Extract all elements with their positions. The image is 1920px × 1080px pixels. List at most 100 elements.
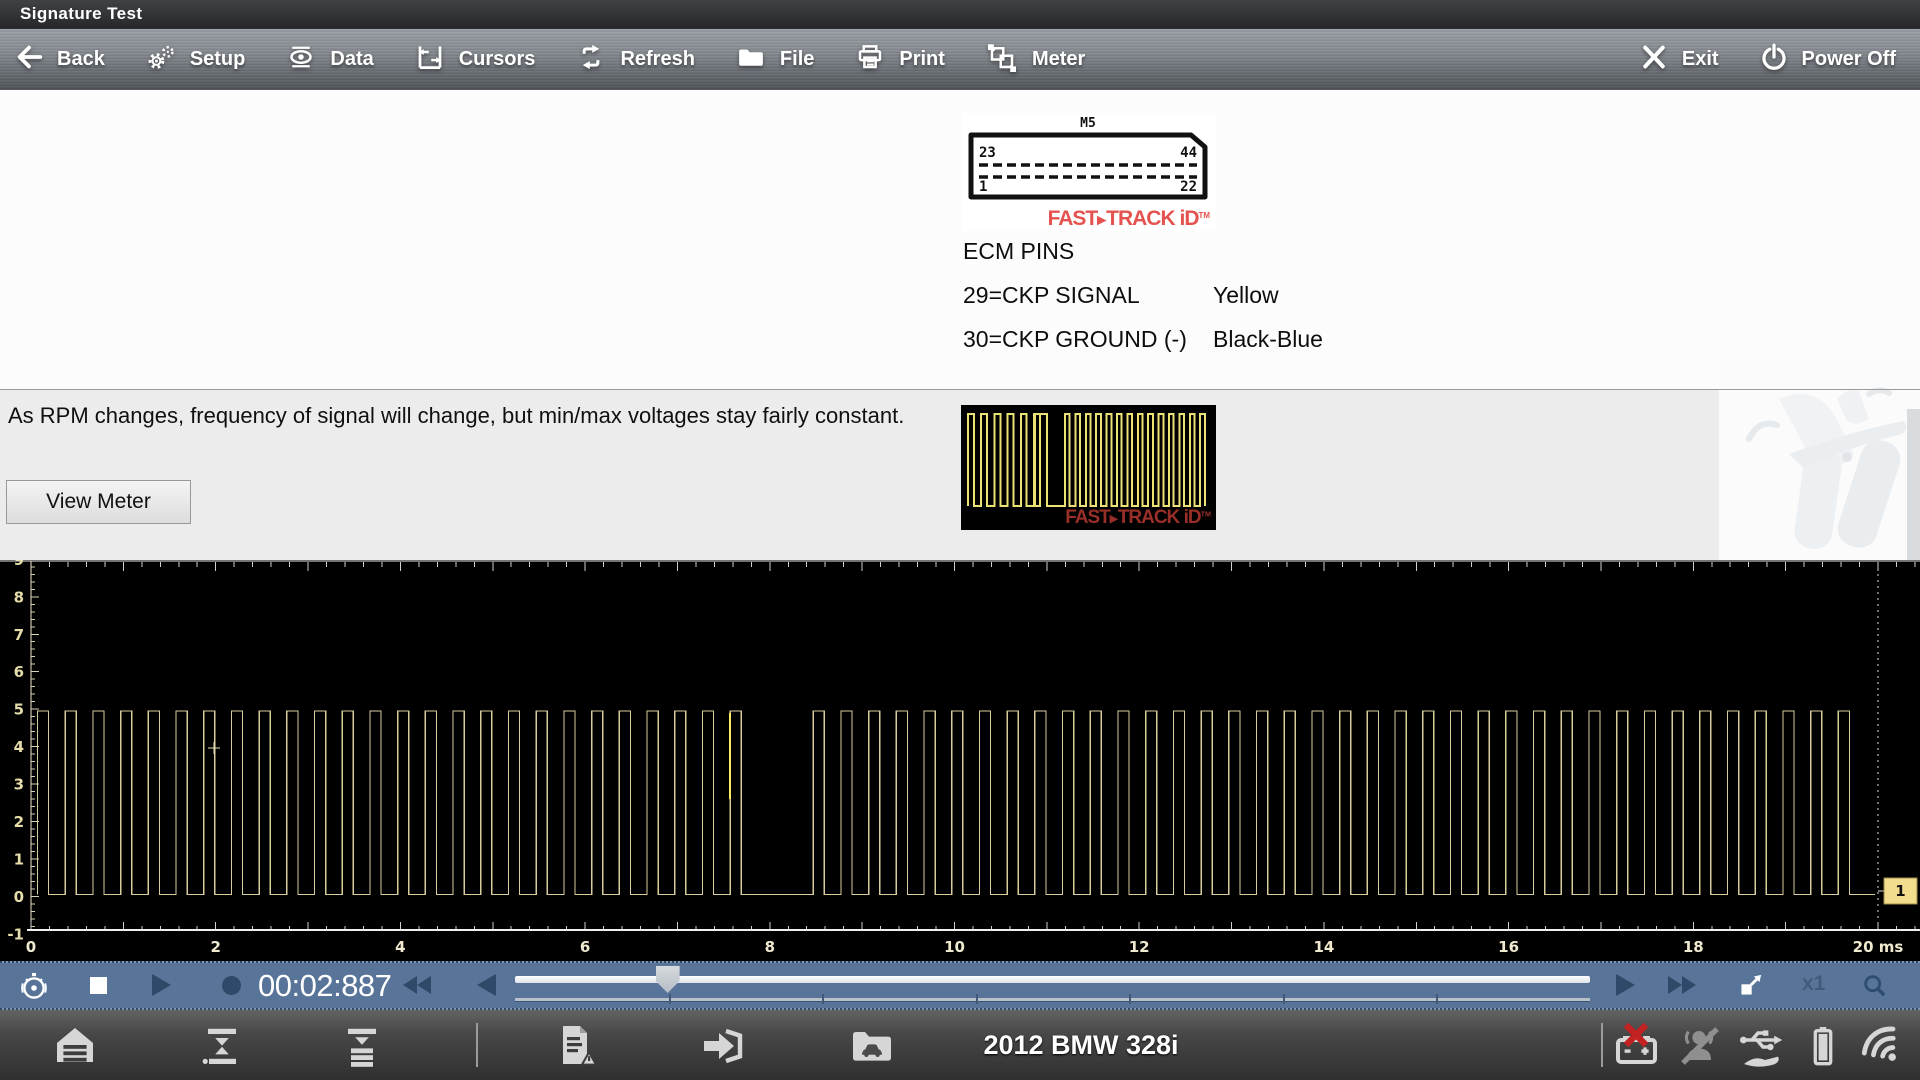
ecm-pin-29: 29=CKP SIGNAL bbox=[963, 282, 1213, 309]
svg-text:23: 23 bbox=[979, 145, 996, 161]
cursors-button[interactable]: Cursors bbox=[414, 42, 536, 77]
rewind-button[interactable] bbox=[403, 976, 431, 999]
close-x-icon bbox=[1639, 42, 1669, 77]
y-axis-label: 9 bbox=[14, 560, 24, 569]
expand-icon[interactable] bbox=[1736, 971, 1765, 1005]
timeline-tick bbox=[1436, 994, 1438, 1004]
x-axis-label: 20 ms bbox=[1853, 938, 1904, 956]
back-label: Back bbox=[57, 48, 105, 71]
y-axis-label: 5 bbox=[14, 701, 24, 719]
connect-arrow-icon[interactable] bbox=[699, 1022, 747, 1075]
report-warning-icon[interactable] bbox=[551, 1021, 601, 1074]
toolbar-right-group: Exit Power Off bbox=[1639, 42, 1906, 77]
power-icon bbox=[1759, 42, 1789, 77]
timeline-tick bbox=[669, 994, 671, 1004]
thumbnail-wave-path bbox=[968, 414, 1205, 506]
gears-icon bbox=[145, 42, 177, 77]
x-axis-label: 10 bbox=[944, 938, 965, 956]
y-axis-label: 6 bbox=[14, 663, 24, 681]
section-divider bbox=[0, 389, 1920, 390]
info-panel: M5 23 44 1 22 FAST▶TRACK iDTM ECM PINS 2… bbox=[0, 90, 1920, 389]
record-button[interactable] bbox=[222, 976, 241, 995]
svg-text:1: 1 bbox=[979, 179, 987, 195]
vehicle-id[interactable]: 2012 BMW 328i bbox=[983, 1030, 1178, 1061]
power-off-button[interactable]: Power Off bbox=[1759, 42, 1896, 77]
connector-label: M5 bbox=[1080, 116, 1096, 131]
x-axis-label: 6 bbox=[580, 938, 590, 956]
y-axis-label: 2 bbox=[14, 813, 24, 831]
connector-figure: M5 23 44 1 22 FAST▶TRACK iDTM bbox=[961, 113, 1216, 231]
meter-button[interactable]: Meter bbox=[985, 42, 1085, 77]
y-axis-label: 1 bbox=[14, 850, 24, 868]
ecm-pin-info: ECM PINS 29=CKP SIGNAL Yellow 30=CKP GRO… bbox=[963, 238, 1323, 353]
timeline-track[interactable] bbox=[515, 998, 1590, 1001]
note-panel: As RPM changes, frequency of signal will… bbox=[0, 390, 1920, 560]
ecm-wire-30: Black-Blue bbox=[1213, 326, 1323, 353]
folder-icon bbox=[735, 42, 767, 77]
meter-label: Meter bbox=[1032, 48, 1085, 71]
exit-label: Exit bbox=[1682, 48, 1719, 71]
fast-forward-button[interactable] bbox=[1668, 976, 1696, 999]
svg-text:44: 44 bbox=[1180, 145, 1197, 161]
speed-indicator: x1 bbox=[1802, 972, 1825, 996]
exit-button[interactable]: Exit bbox=[1639, 42, 1719, 77]
wifi-icon bbox=[1855, 1020, 1909, 1075]
fast-track-id-logo: FAST▶TRACK iDTM bbox=[1048, 207, 1210, 231]
refresh-label: Refresh bbox=[620, 48, 694, 71]
play-button[interactable] bbox=[152, 974, 171, 996]
timeline-tick bbox=[1129, 994, 1131, 1004]
x-axis-label: 2 bbox=[210, 938, 220, 956]
page-title: Signature Test bbox=[20, 4, 142, 23]
x-axis-label: 16 bbox=[1498, 938, 1519, 956]
signature-thumbnail: FAST▶TRACK iDTM bbox=[961, 405, 1216, 530]
x-axis-label: 12 bbox=[1129, 938, 1150, 956]
setup-button[interactable]: Setup bbox=[145, 42, 246, 77]
scale-adjust-icon[interactable] bbox=[198, 1022, 246, 1075]
vehicle-folder-icon[interactable] bbox=[846, 1022, 898, 1075]
timeline-tick bbox=[1283, 994, 1285, 1004]
home-icon[interactable] bbox=[50, 1021, 100, 1074]
print-button[interactable]: Print bbox=[854, 42, 945, 77]
x-axis-label: 18 bbox=[1683, 938, 1704, 956]
back-button[interactable]: Back bbox=[14, 42, 105, 77]
fast-track-id-logo-dark: FAST▶TRACK iDTM bbox=[1065, 507, 1211, 529]
ecm-connector-diagram: M5 23 44 1 22 bbox=[961, 113, 1216, 209]
meter-icon bbox=[985, 42, 1019, 77]
cursors-label: Cursors bbox=[459, 48, 536, 71]
voice-muted-icon bbox=[1676, 1022, 1724, 1075]
file-label: File bbox=[780, 48, 814, 71]
y-axis-label: -1 bbox=[7, 925, 24, 943]
statusbar-divider-right bbox=[1601, 1023, 1603, 1067]
note-text: As RPM changes, frequency of signal will… bbox=[8, 402, 908, 430]
playback-toolbar: 00:02:887 x1 bbox=[0, 961, 1920, 1010]
zoom-icon[interactable] bbox=[1860, 971, 1889, 1005]
oscilloscope-display[interactable]: 9876543210-102468101214161820 ms1 bbox=[0, 560, 1920, 961]
scope-plot: 9876543210-102468101214161820 ms1 bbox=[0, 560, 1920, 961]
view-meter-button[interactable]: View Meter bbox=[6, 480, 191, 524]
battery-icon bbox=[1801, 1021, 1845, 1074]
main-toolbar: Back Setup Data Cursors Refresh bbox=[0, 28, 1920, 90]
stop-button[interactable] bbox=[90, 977, 107, 994]
cursors-icon bbox=[414, 42, 446, 77]
seek-slider-thumb[interactable] bbox=[656, 966, 680, 993]
stopwatch-icon[interactable] bbox=[18, 970, 50, 1007]
ecm-pins-title: ECM PINS bbox=[963, 238, 1323, 265]
y-axis-label: 0 bbox=[14, 888, 24, 906]
power-off-label: Power Off bbox=[1802, 48, 1896, 71]
refresh-button[interactable]: Refresh bbox=[575, 42, 694, 77]
x-axis-label: 14 bbox=[1313, 938, 1334, 956]
usb-icon bbox=[1736, 1022, 1786, 1075]
timeline-tick bbox=[976, 994, 978, 1004]
file-button[interactable]: File bbox=[735, 42, 814, 77]
threshold-menu-icon[interactable] bbox=[338, 1022, 386, 1075]
step-back-button[interactable] bbox=[477, 974, 496, 996]
refresh-icon bbox=[575, 42, 607, 77]
y-axis-label: 7 bbox=[14, 626, 24, 644]
timeline-tick bbox=[822, 994, 824, 1004]
x-axis-label: 0 bbox=[26, 938, 36, 956]
ecm-pin-30: 30=CKP GROUND (-) bbox=[963, 326, 1213, 353]
channel-badge-label: 1 bbox=[1895, 882, 1905, 900]
battery-fault-icon bbox=[1611, 1022, 1663, 1075]
step-forward-button[interactable] bbox=[1616, 974, 1635, 996]
data-button[interactable]: Data bbox=[285, 42, 373, 77]
